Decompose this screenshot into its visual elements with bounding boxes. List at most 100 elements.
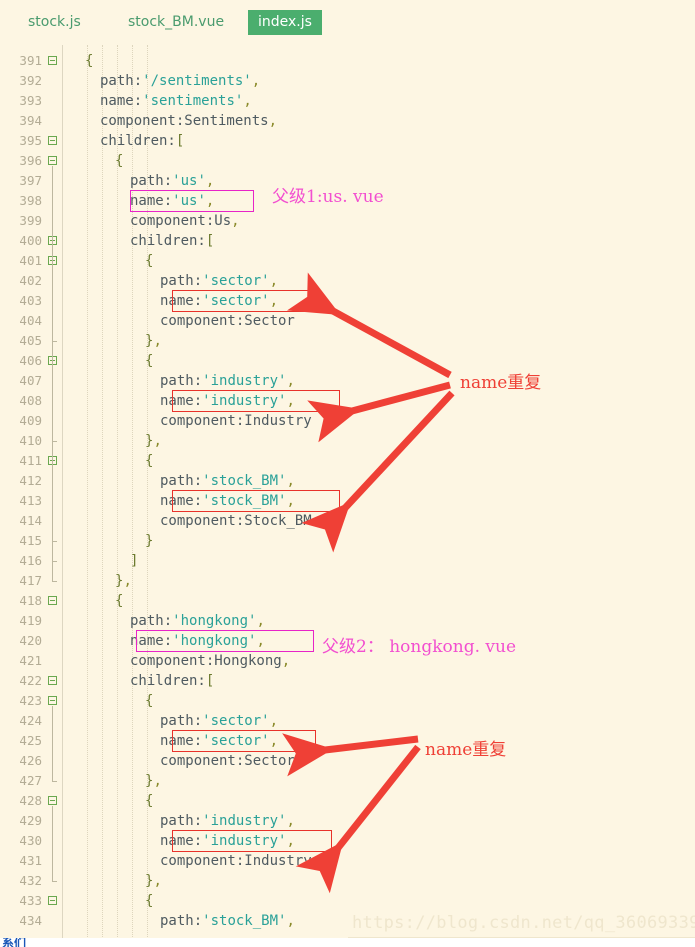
code-line: }, (145, 333, 162, 349)
code-line: path:'industry', (160, 373, 295, 389)
code-line: { (145, 353, 154, 369)
line-number: 420 (19, 633, 42, 648)
arrow-group-upper (286, 272, 455, 553)
code-line: ] (130, 553, 139, 569)
code-line: { (115, 153, 124, 169)
line-number: 416 (19, 553, 42, 568)
annotation-arrows (282, 272, 455, 894)
tab-stock-js[interactable]: stock.js (18, 10, 91, 35)
code-line: path:'hongkong', (130, 613, 265, 629)
code-line: component:Industry (160, 853, 312, 869)
fold-toggle-icon[interactable] (48, 696, 57, 705)
code-line: { (145, 693, 154, 709)
line-number: 413 (19, 493, 42, 508)
fold-end-marker (52, 881, 57, 882)
line-number: 406 (19, 353, 42, 368)
line-number: 423 (19, 693, 42, 708)
fold-end-marker (52, 581, 57, 582)
line-number: 393 (19, 93, 42, 108)
code-line: { (85, 53, 94, 69)
fold-range-line (52, 806, 53, 881)
line-number: 412 (19, 473, 42, 488)
code-line: path:'us', (130, 173, 215, 189)
code-line: component:Industry (160, 413, 312, 429)
box-name-us (130, 190, 254, 212)
code-line: { (115, 593, 124, 609)
line-number: 421 (19, 653, 42, 668)
line-number: 403 (19, 293, 42, 308)
indent-guide (102, 45, 103, 947)
code-line: path:'stock_BM', (160, 913, 295, 929)
line-number: 432 (19, 873, 42, 888)
arrow-to-sector-us (286, 272, 452, 379)
box-name-sector-hk (172, 730, 316, 752)
line-number: 391 (19, 53, 42, 68)
fold-toggle-icon[interactable] (48, 596, 57, 605)
arrow-to-sector-hk (282, 733, 419, 777)
anno-duplicate-name-1: name重复 (460, 373, 542, 393)
line-number: 428 (19, 793, 42, 808)
line-number: 399 (19, 213, 42, 228)
line-number: 394 (19, 113, 42, 128)
line-number: 414 (19, 513, 42, 528)
code-line: }, (145, 773, 162, 789)
anno-parent-2: 父级2： hongkong. vue (322, 637, 517, 657)
line-number: 431 (19, 853, 42, 868)
arrow-to-industry-us (307, 381, 451, 443)
line-number: 415 (19, 533, 42, 548)
code-line: component:Sentiments, (100, 113, 278, 129)
fold-range-line (52, 706, 53, 781)
line-number: 434 (19, 913, 42, 928)
line-number: 407 (19, 373, 42, 388)
tab-stock-bm-vue[interactable]: stock_BM.vue (118, 10, 234, 35)
line-number: 402 (19, 273, 42, 288)
fold-range-line (52, 166, 53, 581)
code-line: children:[ (130, 233, 215, 249)
code-line: path:'sector', (160, 273, 279, 289)
line-number: 418 (19, 593, 42, 608)
line-number: 405 (19, 333, 42, 348)
screenshot-root: stock.js stock_BM.vue index.js 391 392 393… (0, 0, 695, 947)
line-number: 398 (19, 193, 42, 208)
anno-duplicate-name-2: name重复 (425, 740, 507, 760)
code-line: { (145, 453, 154, 469)
code-line: name:'sentiments', (100, 93, 252, 109)
code-line: path:'sector', (160, 713, 279, 729)
tab-index-js[interactable]: index.js (248, 10, 322, 35)
box-name-sector-us (172, 290, 320, 312)
fold-toggle-icon[interactable] (48, 156, 57, 165)
line-number: 400 (19, 233, 42, 248)
code-line: }, (145, 433, 162, 449)
arrow-to-industry-hk (295, 744, 421, 894)
code-line: { (145, 253, 154, 269)
code-line: } (145, 533, 154, 549)
code-line: path:'/sentiments', (100, 73, 261, 89)
line-number: 410 (19, 433, 42, 448)
line-number: 427 (19, 773, 42, 788)
line-number: 392 (19, 73, 42, 88)
fold-toggle-icon[interactable] (48, 796, 57, 805)
line-number: 419 (19, 613, 42, 628)
line-number: 411 (19, 453, 42, 468)
indent-guide (87, 45, 88, 947)
fold-toggle-icon[interactable] (48, 56, 57, 65)
code-line: path:'stock_BM', (160, 473, 295, 489)
code-line: }, (115, 573, 132, 589)
fold-toggle-icon[interactable] (48, 136, 57, 145)
code-line: }, (145, 873, 162, 889)
box-name-stockbm-us (172, 490, 340, 512)
code-line: component:Stock_BM (160, 513, 312, 529)
editor-tab-bar: stock.js stock_BM.vue index.js (0, 0, 695, 46)
code-editor[interactable]: 391 392 393 394 395 396 397 398 399 400 401 402 403 4… (0, 45, 695, 947)
indent-guide (117, 45, 118, 947)
arrow-group-lower (282, 733, 421, 894)
line-number: 429 (19, 813, 42, 828)
line-number: 397 (19, 173, 42, 188)
line-number: 408 (19, 393, 42, 408)
box-name-industry-hk (172, 830, 332, 852)
line-number: 395 (19, 133, 42, 148)
line-number: 430 (19, 833, 42, 848)
fold-toggle-icon[interactable] (48, 896, 57, 905)
fold-toggle-icon[interactable] (48, 676, 57, 685)
code-line: { (145, 893, 154, 909)
